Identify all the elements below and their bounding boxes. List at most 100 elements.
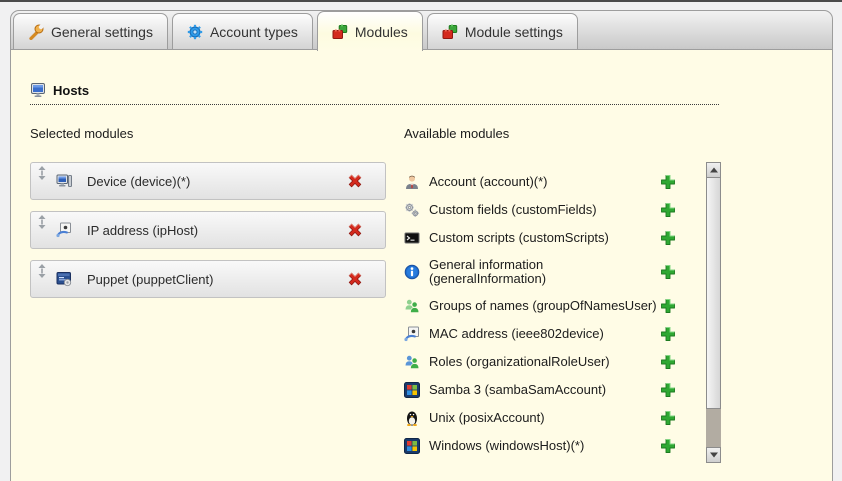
add-module-button[interactable] <box>660 438 676 454</box>
wrench-icon <box>28 24 44 40</box>
settings-panel: General settings Account types Modules M… <box>10 10 833 481</box>
green-plus-icon <box>660 174 676 190</box>
available-module-row: Custom scripts (customScripts) <box>404 230 700 246</box>
info-icon <box>404 264 420 280</box>
available-list-scrollbar[interactable] <box>706 162 721 463</box>
lam-config-window: General settings Account types Modules M… <box>0 0 842 481</box>
tab-general-settings[interactable]: General settings <box>13 13 168 49</box>
red-x-icon <box>347 222 363 238</box>
selected-module-label: Puppet (puppetClient) <box>87 272 213 287</box>
available-module-label: Windows (windowsHost)(*) <box>429 439 584 453</box>
selected-module-row[interactable]: IP address (ipHost) <box>30 211 386 249</box>
available-modules-label: Available modules <box>404 126 509 141</box>
available-module-row: Windows (windowsHost)(*) <box>404 438 700 454</box>
tab-account-types[interactable]: Account types <box>172 13 313 49</box>
triangle-up-icon <box>710 168 718 173</box>
add-module-button[interactable] <box>660 326 676 342</box>
available-module-row: General information (generalInformation) <box>404 258 700 286</box>
green-plus-icon <box>660 354 676 370</box>
remove-module-button[interactable] <box>347 173 363 189</box>
up-down-arrow-icon <box>37 166 47 180</box>
red-x-icon <box>347 173 363 189</box>
available-module-label: Custom fields (customFields) <box>429 203 597 217</box>
gear-icon <box>187 24 203 40</box>
drag-handle[interactable] <box>37 166 47 180</box>
green-plus-icon <box>660 410 676 426</box>
user-icon <box>404 174 420 190</box>
available-module-row: Custom fields (customFields) <box>404 202 700 218</box>
available-module-label: Roles (organizationalRoleUser) <box>429 355 610 369</box>
bricks-icon <box>442 24 458 40</box>
window-top-edge <box>0 0 842 2</box>
green-plus-icon <box>660 326 676 342</box>
add-module-button[interactable] <box>660 174 676 190</box>
green-plus-icon <box>660 264 676 280</box>
drag-handle[interactable] <box>37 264 47 278</box>
drag-handle[interactable] <box>37 215 47 229</box>
available-module-label: Custom scripts (customScripts) <box>429 231 609 245</box>
tab-bar: General settings Account types Modules M… <box>10 10 833 50</box>
windows-icon <box>404 382 420 398</box>
available-modules-list: Account (account)(*) Custom fields (cust… <box>404 162 700 454</box>
selected-modules-list: Device (device)(*) IP address (ipHost) P… <box>30 162 386 309</box>
tab-modules[interactable]: Modules <box>317 11 423 51</box>
available-module-row: Unix (posixAccount) <box>404 410 700 426</box>
gears-icon <box>404 202 420 218</box>
add-module-button[interactable] <box>660 202 676 218</box>
network-icon <box>56 222 72 238</box>
selected-module-label: IP address (ipHost) <box>87 223 198 238</box>
green-plus-icon <box>660 382 676 398</box>
green-plus-icon <box>660 298 676 314</box>
add-module-button[interactable] <box>660 264 676 280</box>
available-module-row: Roles (organizationalRoleUser) <box>404 354 700 370</box>
tab-label: Account types <box>210 24 298 40</box>
roles-icon <box>404 354 420 370</box>
up-down-arrow-icon <box>37 215 47 229</box>
add-module-button[interactable] <box>660 230 676 246</box>
tab-module-settings[interactable]: Module settings <box>427 13 578 49</box>
tux-icon <box>404 410 420 426</box>
triangle-down-icon <box>710 453 718 458</box>
selected-module-row[interactable]: Puppet (puppetClient) <box>30 260 386 298</box>
up-down-arrow-icon <box>37 264 47 278</box>
windows-icon <box>404 438 420 454</box>
selected-module-row[interactable]: Device (device)(*) <box>30 162 386 200</box>
green-plus-icon <box>660 202 676 218</box>
puppet-icon <box>56 271 72 287</box>
section-title: Hosts <box>53 83 89 98</box>
tab-label: Modules <box>355 24 408 40</box>
available-module-row: Account (account)(*) <box>404 174 700 190</box>
available-module-label: MAC address (ieee802device) <box>429 327 604 341</box>
tab-label: Module settings <box>465 24 563 40</box>
scroll-down-button[interactable] <box>706 447 721 463</box>
available-module-row: Groups of names (groupOfNamesUser) <box>404 298 700 314</box>
terminal-icon <box>404 230 420 246</box>
computer-icon <box>56 173 72 189</box>
group-icon <box>404 298 420 314</box>
available-module-label: Unix (posixAccount) <box>429 411 545 425</box>
section-header-hosts: Hosts <box>30 82 719 105</box>
add-module-button[interactable] <box>660 298 676 314</box>
available-module-label: Account (account)(*) <box>429 175 548 189</box>
modules-content: Hosts Selected modules Available modules… <box>10 50 833 481</box>
selected-module-label: Device (device)(*) <box>87 174 190 189</box>
available-module-row: Samba 3 (sambaSamAccount) <box>404 382 700 398</box>
add-module-button[interactable] <box>660 354 676 370</box>
scrollbar-thumb[interactable] <box>706 177 721 409</box>
green-plus-icon <box>660 438 676 454</box>
network-icon <box>404 326 420 342</box>
tab-list: General settings Account types Modules M… <box>13 11 578 49</box>
tab-label: General settings <box>51 24 153 40</box>
red-x-icon <box>347 271 363 287</box>
green-plus-icon <box>660 230 676 246</box>
selected-modules-label: Selected modules <box>30 126 133 141</box>
add-module-button[interactable] <box>660 382 676 398</box>
available-module-label: General information (generalInformation) <box>429 258 657 286</box>
available-module-row: MAC address (ieee802device) <box>404 326 700 342</box>
bricks-icon <box>332 24 348 40</box>
add-module-button[interactable] <box>660 410 676 426</box>
available-module-label: Samba 3 (sambaSamAccount) <box>429 383 606 397</box>
scroll-up-button[interactable] <box>706 162 721 178</box>
remove-module-button[interactable] <box>347 271 363 287</box>
remove-module-button[interactable] <box>347 222 363 238</box>
